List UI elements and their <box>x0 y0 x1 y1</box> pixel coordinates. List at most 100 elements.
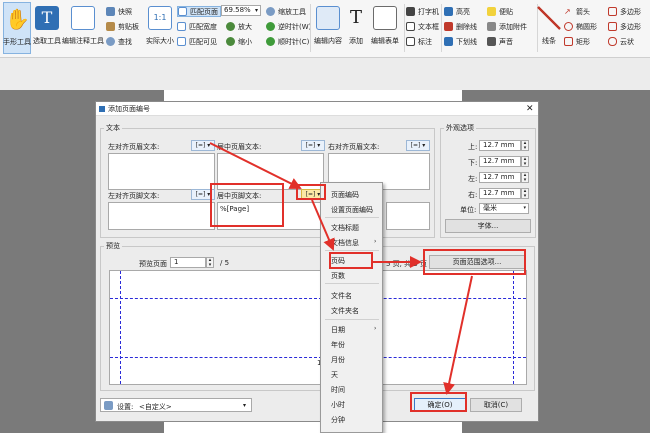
close-icon[interactable]: ✕ <box>526 102 534 116</box>
top-margin-input[interactable]: 12.7 mm <box>479 140 521 151</box>
spin-arrows-icon[interactable]: ▴ ▾ <box>206 257 214 268</box>
left-margin-input[interactable]: 12.7 mm <box>479 172 521 183</box>
menu-item-doc-title[interactable]: 文档标题 <box>331 223 359 233</box>
add-button[interactable]: T 添加 <box>345 2 367 54</box>
left-header-input[interactable] <box>108 153 215 190</box>
menu-item-page-number-code[interactable]: 页面编码 <box>331 190 359 200</box>
typewriter-button[interactable]: 打字机 <box>406 6 439 17</box>
preview-info: 5 页, 共 5 页 <box>386 260 428 268</box>
font-button[interactable]: 字体... <box>445 219 531 233</box>
menu-item-file-name[interactable]: 文件名 <box>331 291 352 301</box>
rotate-cw-button[interactable]: 顺时针(C) <box>266 36 309 47</box>
arrow-button[interactable]: ↗ 箭头 <box>564 6 590 17</box>
bottom-margin-label: 下: <box>468 159 478 167</box>
settings-select[interactable]: 设置: <自定义> ▾ <box>100 398 252 412</box>
chevron-down-icon: ▾ <box>523 205 526 211</box>
zoom-tool-button[interactable]: 缩放工具 <box>266 6 306 17</box>
fit-width-button[interactable]: 匹配宽度 <box>177 21 217 32</box>
line-button[interactable]: 线条 <box>537 2 561 54</box>
spin-arrows-icon[interactable]: ▴ ▾ <box>521 156 529 167</box>
left-header-label: 左对齐页眉文本: <box>108 143 160 151</box>
select-tool-button[interactable]: T 选取工具 <box>32 2 62 54</box>
insert-macro-button[interactable]: [=] ▾ <box>301 140 325 151</box>
callout-icon <box>406 37 415 46</box>
ellipse-button[interactable]: 椭圆形 <box>564 21 597 32</box>
page-range-options-button[interactable]: 页面范围选项... <box>429 255 525 269</box>
submenu-arrow-icon: › <box>374 238 377 245</box>
left-footer-input[interactable] <box>108 202 215 230</box>
attach-file-button[interactable]: 添加附件 <box>487 21 527 32</box>
app-icon <box>99 106 105 112</box>
preview-total: / 5 <box>220 259 230 267</box>
menu-item-hour[interactable]: 小时 <box>331 400 345 410</box>
rectangle-icon <box>564 37 573 46</box>
insert-icon: [=] ▾ <box>410 142 426 149</box>
menu-item-page-num[interactable]: 页码 <box>331 256 345 266</box>
edit-form-button[interactable]: 编辑表单 <box>370 2 400 54</box>
chevron-down-icon: ▾ <box>243 402 247 409</box>
insert-macro-button[interactable]: [=] ▾ <box>191 189 215 200</box>
cloud-button[interactable]: 云状 <box>608 36 634 47</box>
menu-item-set-page-number[interactable]: 设置页面编码 <box>331 205 373 215</box>
textbox-button[interactable]: 文本框 <box>406 21 439 32</box>
insert-macro-menu: 页面编码 设置页面编码 文档标题 文档信息 › 页码 页数 文件名 文件夹名 日… <box>320 182 383 433</box>
polygon-button[interactable]: 多边形 <box>608 6 641 17</box>
menu-item-day[interactable]: 天 <box>331 370 338 380</box>
edit-content-icon <box>316 6 340 30</box>
clipboard-button[interactable]: 剪贴板 <box>106 21 139 32</box>
menu-item-date[interactable]: 日期 <box>331 325 345 335</box>
right-margin-input[interactable]: 12.7 mm <box>479 188 521 199</box>
center-footer-input[interactable]: %[Page] <box>217 202 324 230</box>
polyline-icon <box>608 22 617 31</box>
center-header-input[interactable] <box>217 153 324 190</box>
zoom-out-button[interactable]: 缩小 <box>226 36 252 47</box>
zoom-in-button[interactable]: 放大 <box>226 21 252 32</box>
insert-icon: [=] ▾ <box>195 142 211 149</box>
ellipse-icon <box>564 22 573 31</box>
annotate-tool-button[interactable]: 编辑注释工具 <box>62 2 104 54</box>
hand-icon: ✋ <box>5 7 30 31</box>
edit-content-button[interactable]: 编辑内容 <box>313 2 343 54</box>
menu-item-folder-name[interactable]: 文件夹名 <box>331 306 359 316</box>
menu-item-page-count[interactable]: 页数 <box>331 271 345 281</box>
bottom-margin-input[interactable]: 12.7 mm <box>479 156 521 167</box>
spin-arrows-icon[interactable]: ▴ ▾ <box>521 140 529 151</box>
hand-tool-button[interactable]: ✋ 手形工具 <box>3 2 31 54</box>
center-footer-label: 居中页脚文本: <box>217 192 262 200</box>
unit-select[interactable]: 毫米 ▾ <box>479 203 529 214</box>
zoom-dropdown-chevron-icon[interactable]: ▾ <box>255 5 263 16</box>
spin-arrows-icon[interactable]: ▴ ▾ <box>521 172 529 183</box>
insert-macro-button[interactable]: [=] ▾ <box>406 140 430 151</box>
underline-button[interactable]: 下划线 <box>444 36 477 47</box>
menu-item-time[interactable]: 时间 <box>331 385 345 395</box>
right-footer-input[interactable] <box>386 202 430 230</box>
form-icon <box>373 6 397 30</box>
rotate-cw-icon <box>266 37 275 46</box>
rotate-ccw-button[interactable]: 逆时针(W) <box>266 21 311 32</box>
fit-page-button[interactable]: 匹配页面 <box>177 6 221 17</box>
highlight-button[interactable]: 高亮 <box>444 6 470 17</box>
fit-visible-button[interactable]: 匹配可见 <box>177 36 217 47</box>
menu-item-minute[interactable]: 分钟 <box>331 415 345 425</box>
callout-button[interactable]: 标注 <box>406 36 432 47</box>
arrow-icon: ↗ <box>564 7 571 16</box>
actual-size-button[interactable]: 1:1 实际大小 <box>145 2 175 54</box>
preview-page-input[interactable]: 1 <box>170 257 206 268</box>
menu-item-year[interactable]: 年份 <box>331 340 345 350</box>
menu-item-doc-info[interactable]: 文档信息 <box>331 238 359 248</box>
insert-macro-button[interactable]: [=] ▾ <box>191 140 215 151</box>
snapshot-button[interactable]: 快照 <box>106 6 132 17</box>
preview-page-label: 预览页面 <box>139 260 167 268</box>
spin-arrows-icon[interactable]: ▴ ▾ <box>521 188 529 199</box>
sticky-note-button[interactable]: 便贴 <box>487 6 513 17</box>
right-header-label: 右对齐页眉文本: <box>328 143 380 151</box>
sound-button[interactable]: 声音 <box>487 36 513 47</box>
ok-button[interactable]: 确定(O) <box>414 398 466 412</box>
cancel-button[interactable]: 取消(C) <box>470 398 522 412</box>
strikeout-button[interactable]: 删除线 <box>444 21 477 32</box>
rectangle-button[interactable]: 矩形 <box>564 36 590 47</box>
top-margin-label: 上: <box>468 143 478 151</box>
menu-item-month[interactable]: 月份 <box>331 355 345 365</box>
polyline-button[interactable]: 多边形 <box>608 21 641 32</box>
find-button[interactable]: 查找 <box>106 36 132 47</box>
